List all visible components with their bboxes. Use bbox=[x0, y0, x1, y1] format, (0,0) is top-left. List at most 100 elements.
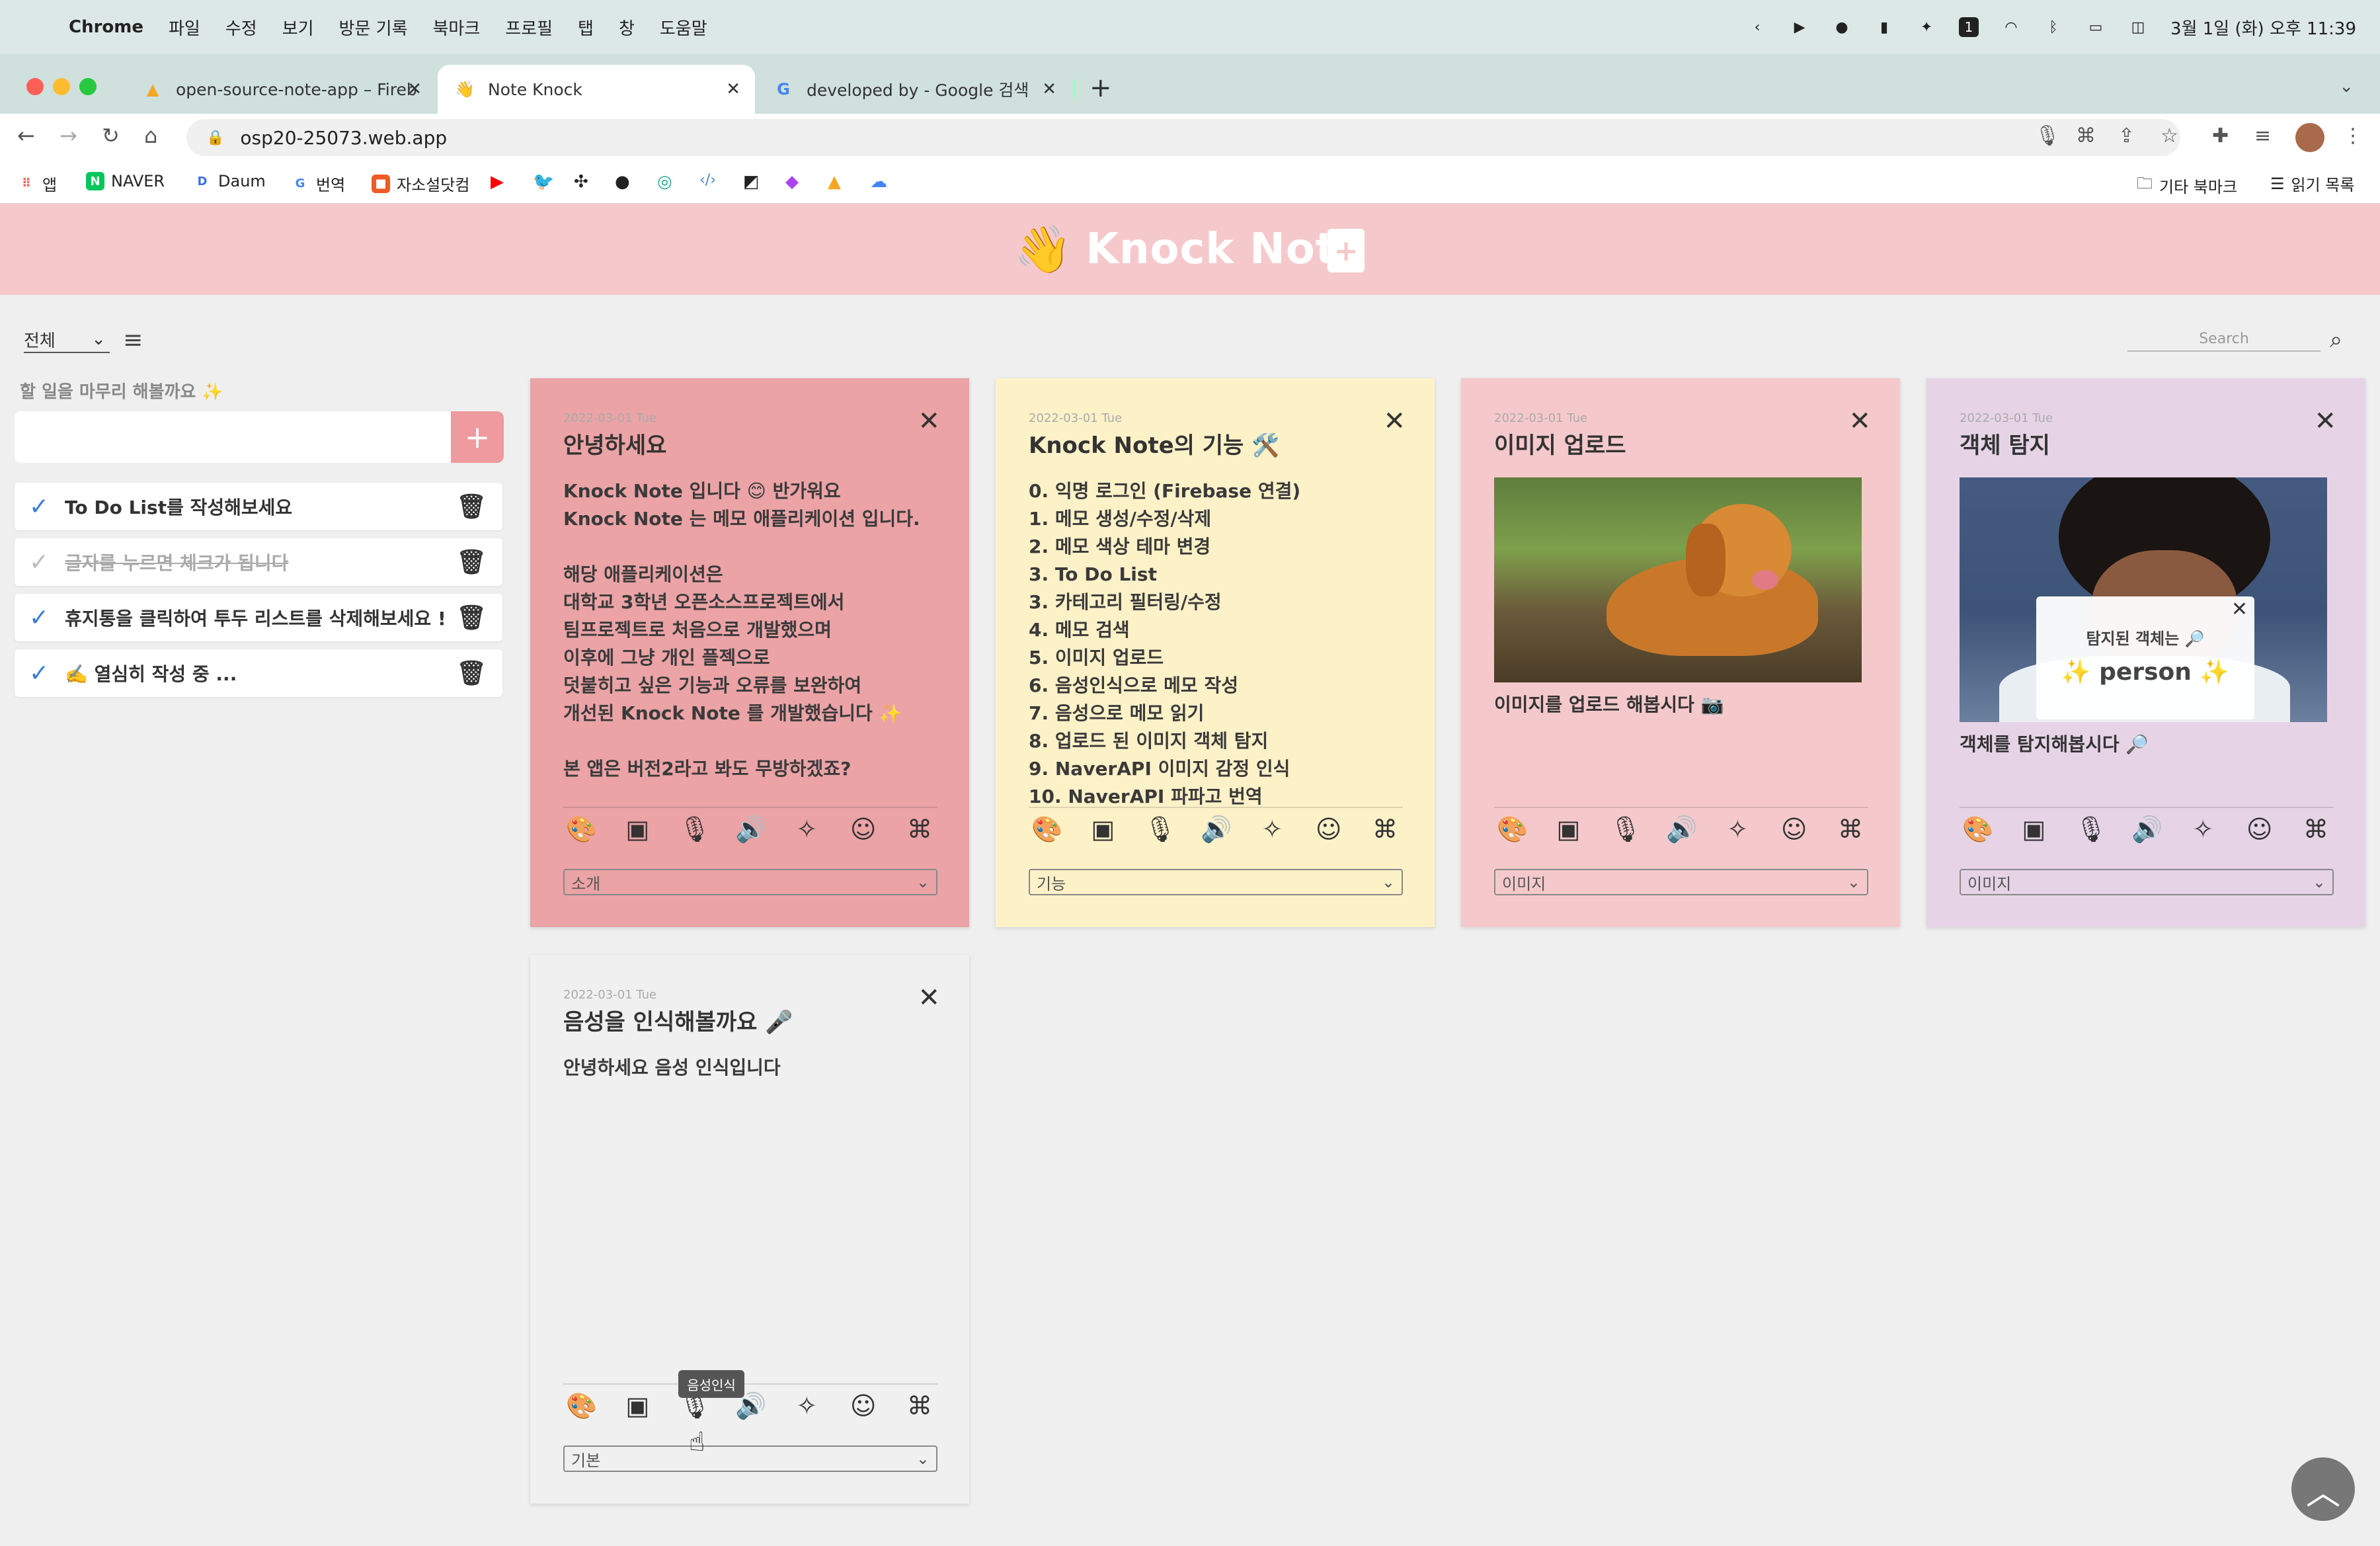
note-category-select[interactable]: 소개 ⌄ bbox=[563, 869, 937, 895]
github-icon[interactable]: ● bbox=[615, 172, 630, 192]
menu-help[interactable]: 도움말 bbox=[660, 15, 707, 40]
close-icon[interactable]: ✕ bbox=[1383, 406, 1406, 436]
code-icon[interactable]: ‹/› bbox=[699, 172, 716, 188]
dinosaur-icon[interactable]: ✦ bbox=[1917, 17, 1936, 37]
palette-icon[interactable]: 🎨 bbox=[1497, 815, 1528, 844]
translate-icon[interactable]: ⌘ bbox=[2076, 124, 2096, 147]
menu-bookmarks[interactable]: 북마크 bbox=[433, 15, 481, 40]
todo-item[interactable]: ✓ 휴지통을 클릭하여 투두 리스트를 삭제해보세요 ! 🗑 bbox=[15, 594, 502, 641]
note-category-select[interactable]: 기능 ⌄ bbox=[1029, 869, 1403, 895]
translate-icon[interactable]: ⌘ bbox=[1370, 815, 1400, 844]
smiley-icon[interactable]: ☺ bbox=[1314, 815, 1344, 844]
note-title[interactable]: 이미지 업로드 bbox=[1494, 427, 1626, 460]
palette-icon[interactable]: 🎨 bbox=[566, 1391, 597, 1421]
tab-google[interactable]: G developed by - Google 검색 ✕ bbox=[756, 65, 1071, 114]
reload-button[interactable]: ↻ bbox=[102, 123, 120, 148]
image-icon[interactable]: ▣ bbox=[1553, 815, 1583, 844]
translate-icon[interactable]: ⌘ bbox=[904, 815, 935, 844]
todo-text[interactable]: 휴지통을 클릭하여 투두 리스트를 삭제해보세요 ! bbox=[65, 604, 446, 631]
menu-view[interactable]: 보기 bbox=[282, 15, 314, 40]
wifi-icon[interactable]: ◠ bbox=[2001, 17, 2021, 37]
image-icon[interactable]: ▣ bbox=[2018, 815, 2049, 844]
todo-text[interactable]: To Do List를 작성해보세요 bbox=[65, 493, 292, 520]
menu-tab[interactable]: 탭 bbox=[578, 15, 594, 40]
lock-icon[interactable]: 🔒 bbox=[206, 130, 224, 146]
microphone-icon[interactable]: 🎙 bbox=[1144, 815, 1176, 844]
category-filter-select[interactable]: 전체 ⌄ bbox=[24, 327, 110, 353]
back-button[interactable]: ← bbox=[17, 123, 35, 148]
todo-add-button[interactable]: + bbox=[451, 411, 504, 463]
twitter-icon[interactable]: 🐦 bbox=[533, 172, 554, 192]
smiley-icon[interactable]: ☺ bbox=[848, 1391, 879, 1420]
palette-icon[interactable]: 🎨 bbox=[1962, 815, 1993, 844]
menu-profiles[interactable]: 프로필 bbox=[505, 15, 553, 40]
trash-icon[interactable]: 🗑 bbox=[456, 659, 487, 687]
star-icon[interactable]: ☆ bbox=[2161, 124, 2178, 147]
close-icon[interactable]: ✕ bbox=[918, 983, 940, 1013]
magic-wand-icon[interactable]: ✧ bbox=[791, 1391, 822, 1420]
speaker-icon[interactable]: 🔊 bbox=[1666, 815, 1697, 844]
battery-icon[interactable]: ▭ bbox=[2086, 17, 2106, 37]
extensions-icon[interactable]: ✚ bbox=[2212, 124, 2229, 147]
media-app-icon[interactable]: ◆ bbox=[785, 172, 799, 192]
palette-icon[interactable]: 🎨 bbox=[566, 815, 597, 844]
bookmark-translate[interactable]: G 번역 bbox=[291, 172, 346, 195]
todo-item[interactable]: ✓ ✍️ 열심히 작성 중 ... 🗑 bbox=[15, 649, 502, 697]
todo-item[interactable]: ✓ To Do List를 작성해보세요 🗑 bbox=[15, 483, 502, 530]
bookmark-other[interactable]: 🗀 기타 북마크 bbox=[2137, 172, 2237, 199]
bookmark-daum[interactable]: D Daum bbox=[193, 172, 266, 190]
close-window-button[interactable] bbox=[26, 78, 44, 95]
close-icon[interactable]: ✕ bbox=[2314, 406, 2336, 436]
image-icon[interactable]: ▣ bbox=[622, 815, 653, 844]
magic-wand-icon[interactable]: ✧ bbox=[2188, 815, 2218, 844]
note-caption[interactable]: 이미지를 업로드 해봅시다 📷 bbox=[1494, 690, 1724, 717]
image-icon[interactable]: ▣ bbox=[622, 1391, 653, 1420]
google-cloud-icon[interactable]: ☁ bbox=[870, 172, 887, 192]
youtube-icon[interactable]: ▶ bbox=[491, 172, 504, 192]
note-category-select[interactable]: 기본 ⌄ bbox=[563, 1445, 937, 1472]
firebase-icon[interactable]: ▲ bbox=[828, 172, 841, 192]
bookmark-jasoseol[interactable]: ■ 자소설닷컴 bbox=[372, 172, 469, 195]
bookmark-apps[interactable]: ⠿ 앱 bbox=[17, 172, 57, 195]
uploaded-dog-image[interactable] bbox=[1494, 477, 1862, 682]
play-icon[interactable]: ▶ bbox=[1790, 17, 1809, 37]
note-title[interactable]: Knock Note의 기능 🛠️ bbox=[1029, 427, 1280, 460]
share-icon[interactable]: ⇪ bbox=[2118, 124, 2135, 147]
note-card[interactable]: 2022-03-01 Tue 음성을 인식해볼까요 🎤 ✕ 안녕하세요 음성 인… bbox=[530, 955, 969, 1504]
translate-icon[interactable]: ⌘ bbox=[1835, 815, 1866, 844]
menu-file[interactable]: 파일 bbox=[169, 15, 200, 40]
home-button[interactable]: ⌂ bbox=[144, 123, 157, 148]
todo-item[interactable]: ✓ 글자를 누르면 체크가 됩니다 🗑 bbox=[15, 538, 502, 586]
scroll-to-top-button[interactable]: ︿ bbox=[2291, 1457, 2355, 1521]
close-tab-icon[interactable]: ✕ bbox=[407, 79, 422, 99]
edit-categories-icon[interactable]: ≡ bbox=[123, 327, 143, 354]
clock[interactable]: 3월 1일 (화) 오후 11:39 bbox=[2170, 15, 2356, 40]
slack-icon[interactable]: ✣ bbox=[574, 172, 588, 192]
trash-icon[interactable]: 🗑 bbox=[456, 493, 487, 520]
smiley-icon[interactable]: ☺ bbox=[2244, 815, 2275, 844]
forward-button[interactable]: → bbox=[60, 123, 77, 148]
notion-like-icon[interactable]: ◩ bbox=[743, 172, 760, 192]
close-icon[interactable]: ✕ bbox=[2231, 598, 2248, 621]
tab-firebase[interactable]: ▲ open-source-note-app – Fireb ✕ bbox=[126, 65, 436, 114]
contact-icon[interactable]: ▮ bbox=[1874, 17, 1894, 37]
palette-icon[interactable]: 🎨 bbox=[1031, 815, 1062, 844]
trash-icon[interactable]: 🗑 bbox=[456, 548, 487, 576]
check-icon[interactable]: ✓ bbox=[29, 549, 56, 576]
link-icon[interactable]: ◎ bbox=[657, 172, 672, 192]
menu-edit[interactable]: 수정 bbox=[225, 15, 257, 40]
close-icon[interactable]: ✕ bbox=[918, 406, 940, 436]
chevron-left-icon[interactable]: ‹ bbox=[1747, 17, 1767, 37]
magic-wand-icon[interactable]: ✧ bbox=[1257, 815, 1287, 844]
note-body[interactable]: 0. 익명 로그인 (Firebase 연결) 1. 메모 생성/수정/삭제 2… bbox=[1029, 477, 1412, 811]
todo-input[interactable] bbox=[15, 411, 451, 463]
speaker-icon[interactable]: 🔊 bbox=[2131, 815, 2162, 844]
note-card[interactable]: 2022-03-01 Tue Knock Note의 기능 🛠️ ✕ 0. 익명… bbox=[996, 378, 1435, 927]
uploaded-person-image[interactable]: ✕ 탐지된 객체는 🔎 ✨ person ✨ bbox=[1960, 477, 2327, 722]
add-note-button[interactable]: + bbox=[1328, 229, 1365, 272]
smiley-icon[interactable]: ☺ bbox=[848, 815, 879, 844]
image-icon[interactable]: ▣ bbox=[1088, 815, 1118, 844]
translate-icon[interactable]: ⌘ bbox=[2301, 815, 2331, 844]
minimize-window-button[interactable] bbox=[53, 78, 70, 95]
note-caption[interactable]: 객체를 탐지해봅시다 🔎 bbox=[1960, 730, 2149, 756]
